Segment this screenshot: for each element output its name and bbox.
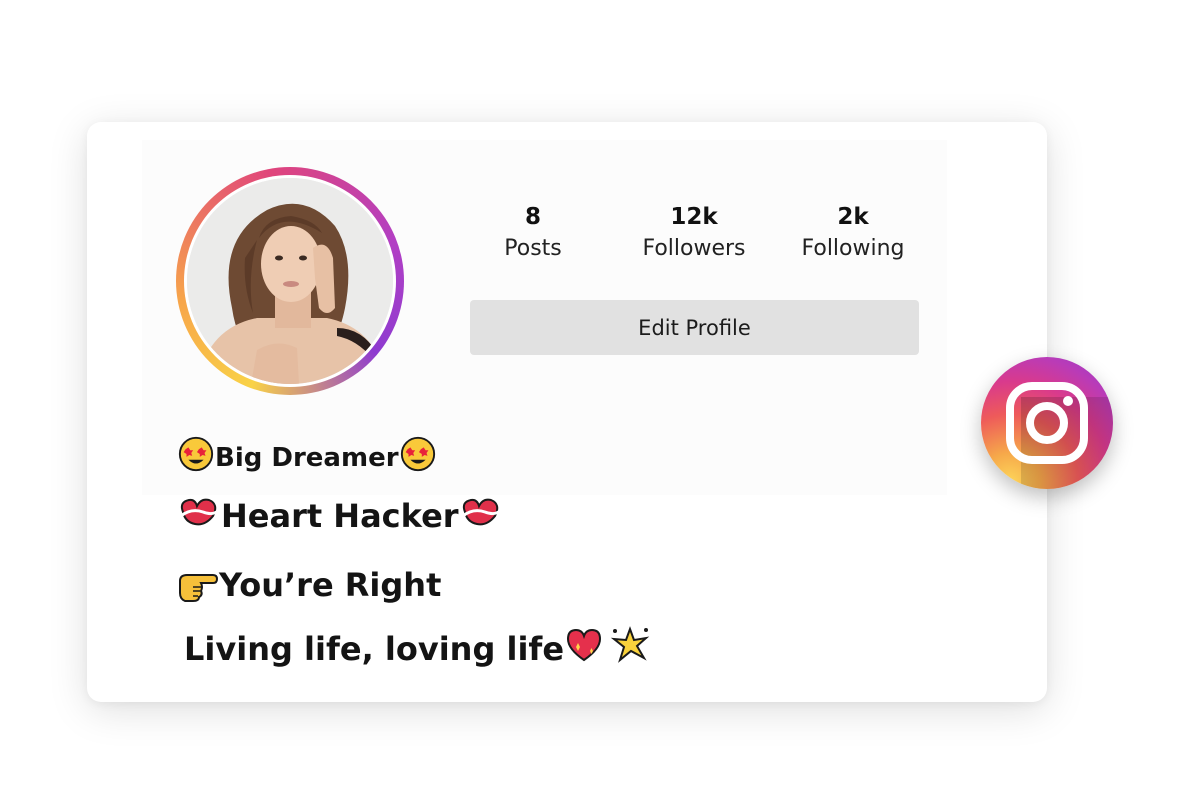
avatar[interactable]	[187, 178, 393, 384]
profile-card: 8 Posts 12k Followers 2k Following Edit …	[87, 122, 1047, 702]
pointing-hand-emoji-icon	[177, 569, 219, 611]
sparkling-heart-emoji-icon	[564, 627, 604, 671]
stage: 8 Posts 12k Followers 2k Following Edit …	[0, 0, 1200, 800]
star-struck-emoji-icon	[177, 435, 215, 480]
posts-label: Posts	[504, 236, 562, 261]
bio-line-3-text: You’re Right	[219, 566, 442, 604]
bio-line-2-text: Heart Hacker	[221, 497, 459, 535]
bio-line-1: Big Dreamer	[177, 435, 437, 480]
following-count: 2k	[837, 204, 869, 230]
love-letter-heart-emoji-icon	[459, 494, 503, 538]
star-struck-emoji-icon	[399, 435, 437, 480]
stat-posts[interactable]: 8 Posts	[458, 202, 608, 266]
bio-line-4: Living life, loving life	[184, 626, 650, 672]
bio-line-4-text: Living life, loving life	[184, 630, 565, 668]
sparkle-star-emoji-icon	[610, 626, 650, 672]
posts-count: 8	[524, 204, 541, 230]
bio-line-1-text: Big Dreamer	[215, 442, 399, 473]
bio-line-3: You’re Right	[177, 559, 441, 611]
love-letter-heart-emoji-icon	[177, 494, 221, 538]
instagram-icon	[1006, 382, 1088, 464]
avatar-story-ring[interactable]	[176, 167, 404, 395]
avatar-photo-icon	[187, 178, 393, 384]
profile-stats: 8 Posts 12k Followers 2k Following	[467, 202, 927, 272]
stat-followers[interactable]: 12k Followers	[619, 202, 769, 266]
followers-label: Followers	[642, 236, 746, 261]
followers-count: 12k	[670, 204, 718, 230]
instagram-badge[interactable]	[981, 357, 1113, 489]
stat-following[interactable]: 2k Following	[778, 202, 928, 266]
bio-line-2: Heart Hacker	[177, 494, 503, 538]
edit-profile-button[interactable]: Edit Profile	[470, 300, 919, 355]
following-label: Following	[801, 236, 905, 261]
